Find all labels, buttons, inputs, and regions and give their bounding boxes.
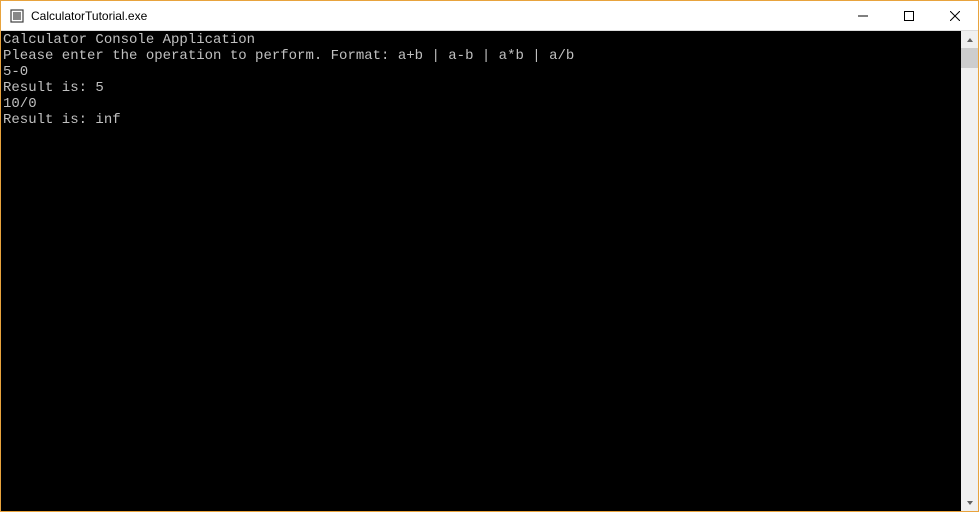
maximize-button[interactable]	[886, 1, 932, 30]
minimize-button[interactable]	[840, 1, 886, 30]
console-line: 10/0	[3, 96, 959, 112]
scroll-thumb[interactable]	[961, 48, 978, 68]
console-line: Result is: 5	[3, 80, 959, 96]
scroll-down-button[interactable]	[961, 494, 978, 511]
window-title: CalculatorTutorial.exe	[31, 9, 840, 23]
vertical-scrollbar[interactable]	[961, 31, 978, 511]
console-line: Result is: inf	[3, 112, 959, 128]
console-output[interactable]: Calculator Console ApplicationPlease ent…	[1, 31, 961, 511]
client-area: Calculator Console ApplicationPlease ent…	[1, 31, 978, 511]
console-line: Calculator Console Application	[3, 32, 959, 48]
console-line: 5-0	[3, 64, 959, 80]
titlebar[interactable]: CalculatorTutorial.exe	[1, 1, 978, 31]
close-button[interactable]	[932, 1, 978, 30]
window-controls	[840, 1, 978, 30]
scroll-up-button[interactable]	[961, 31, 978, 48]
scroll-track[interactable]	[961, 48, 978, 494]
app-icon	[9, 8, 25, 24]
window-frame: CalculatorTutorial.exe Calculator Consol…	[0, 0, 979, 512]
console-line: Please enter the operation to perform. F…	[3, 48, 959, 64]
